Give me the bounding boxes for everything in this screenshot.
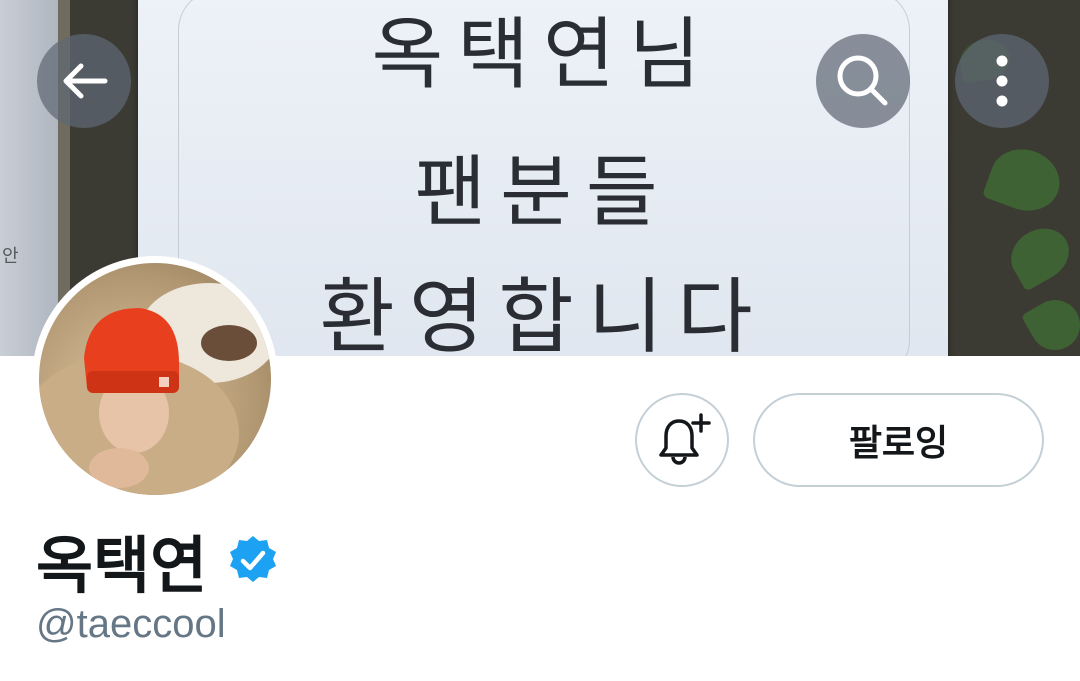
sign-line-2: 팬분들 xyxy=(414,148,672,238)
banner-leaf xyxy=(1001,218,1079,292)
display-name: 옥택연 xyxy=(36,529,208,602)
verified-badge-icon xyxy=(230,536,277,582)
user-handle: @taeccool xyxy=(36,602,226,646)
profile-avatar[interactable] xyxy=(32,256,278,502)
search-icon xyxy=(837,55,888,106)
more-vertical-icon xyxy=(996,55,1008,107)
banner-leaf xyxy=(981,139,1069,221)
following-button[interactable]: 팔로잉 xyxy=(753,393,1044,487)
more-options-button[interactable] xyxy=(955,34,1049,128)
notifications-button[interactable] xyxy=(635,393,729,487)
banner-leaf xyxy=(1020,290,1080,356)
search-button[interactable] xyxy=(816,34,910,128)
banner-left-text: 안 xyxy=(2,246,19,267)
avatar-photo xyxy=(39,263,271,495)
profile-name-row: 옥택연 xyxy=(36,515,279,605)
bell-plus-icon xyxy=(659,413,711,465)
arrow-left-icon xyxy=(63,63,108,99)
back-button[interactable] xyxy=(37,34,131,128)
